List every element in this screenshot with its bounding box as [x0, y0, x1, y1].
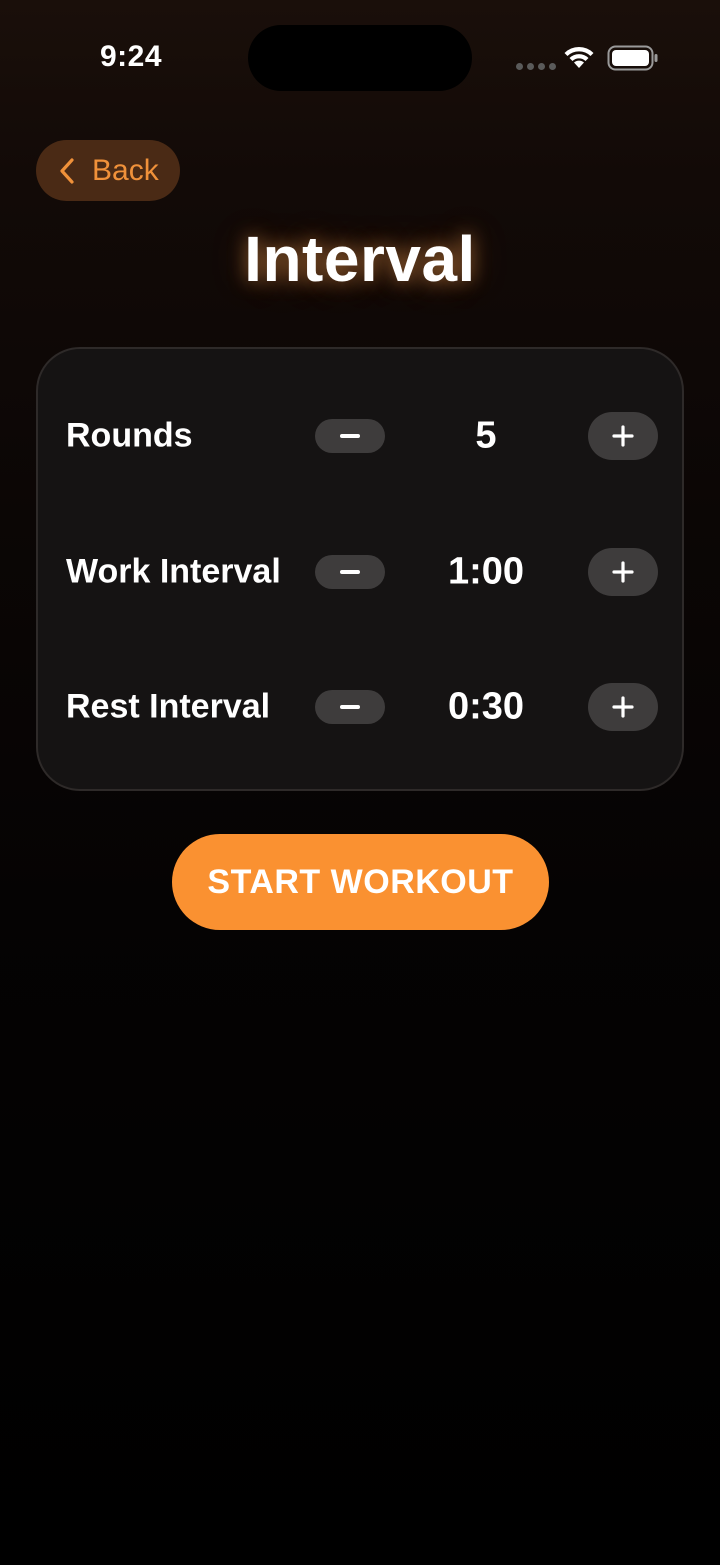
minus-icon: [340, 705, 360, 709]
status-time: 9:24: [100, 40, 163, 73]
rest-interval-decrement-button[interactable]: [315, 690, 385, 724]
status-bar: 9:24: [0, 0, 720, 110]
back-button[interactable]: Back: [36, 140, 180, 201]
rest-interval-row: Rest Interval 0:30: [38, 677, 686, 737]
back-label: Back: [92, 153, 159, 187]
work-interval-row: Work Interval 1:00: [38, 542, 686, 602]
start-workout-label: START WORKOUT: [207, 862, 514, 901]
plus-icon: [612, 561, 634, 583]
minus-icon: [340, 570, 360, 574]
page-title: Interval: [244, 223, 476, 295]
rounds-decrement-button[interactable]: [315, 419, 385, 453]
rounds-label: Rounds: [66, 416, 193, 455]
dynamic-island: [248, 25, 472, 91]
rounds-row: Rounds 5: [38, 406, 686, 466]
battery-icon: [607, 45, 658, 71]
plus-icon: [612, 696, 634, 718]
work-interval-decrement-button[interactable]: [315, 555, 385, 589]
rounds-value: 5: [475, 414, 497, 457]
rest-interval-increment-button[interactable]: [588, 683, 658, 731]
plus-icon: [612, 425, 634, 447]
work-interval-increment-button[interactable]: [588, 548, 658, 596]
cellular-signal-icon: [516, 63, 556, 70]
rest-interval-value: 0:30: [447, 685, 525, 728]
rest-interval-label: Rest Interval: [66, 687, 271, 726]
start-workout-button[interactable]: START WORKOUT: [172, 834, 549, 930]
work-interval-label: Work Interval: [66, 552, 281, 591]
work-interval-value: 1:00: [447, 550, 525, 593]
rounds-increment-button[interactable]: [588, 412, 658, 460]
settings-card: Rounds 5 Work Interval 1:00 Rest Interva…: [36, 347, 684, 791]
minus-icon: [340, 434, 360, 438]
chevron-left-icon: [60, 157, 74, 184]
wifi-icon: [564, 46, 594, 68]
